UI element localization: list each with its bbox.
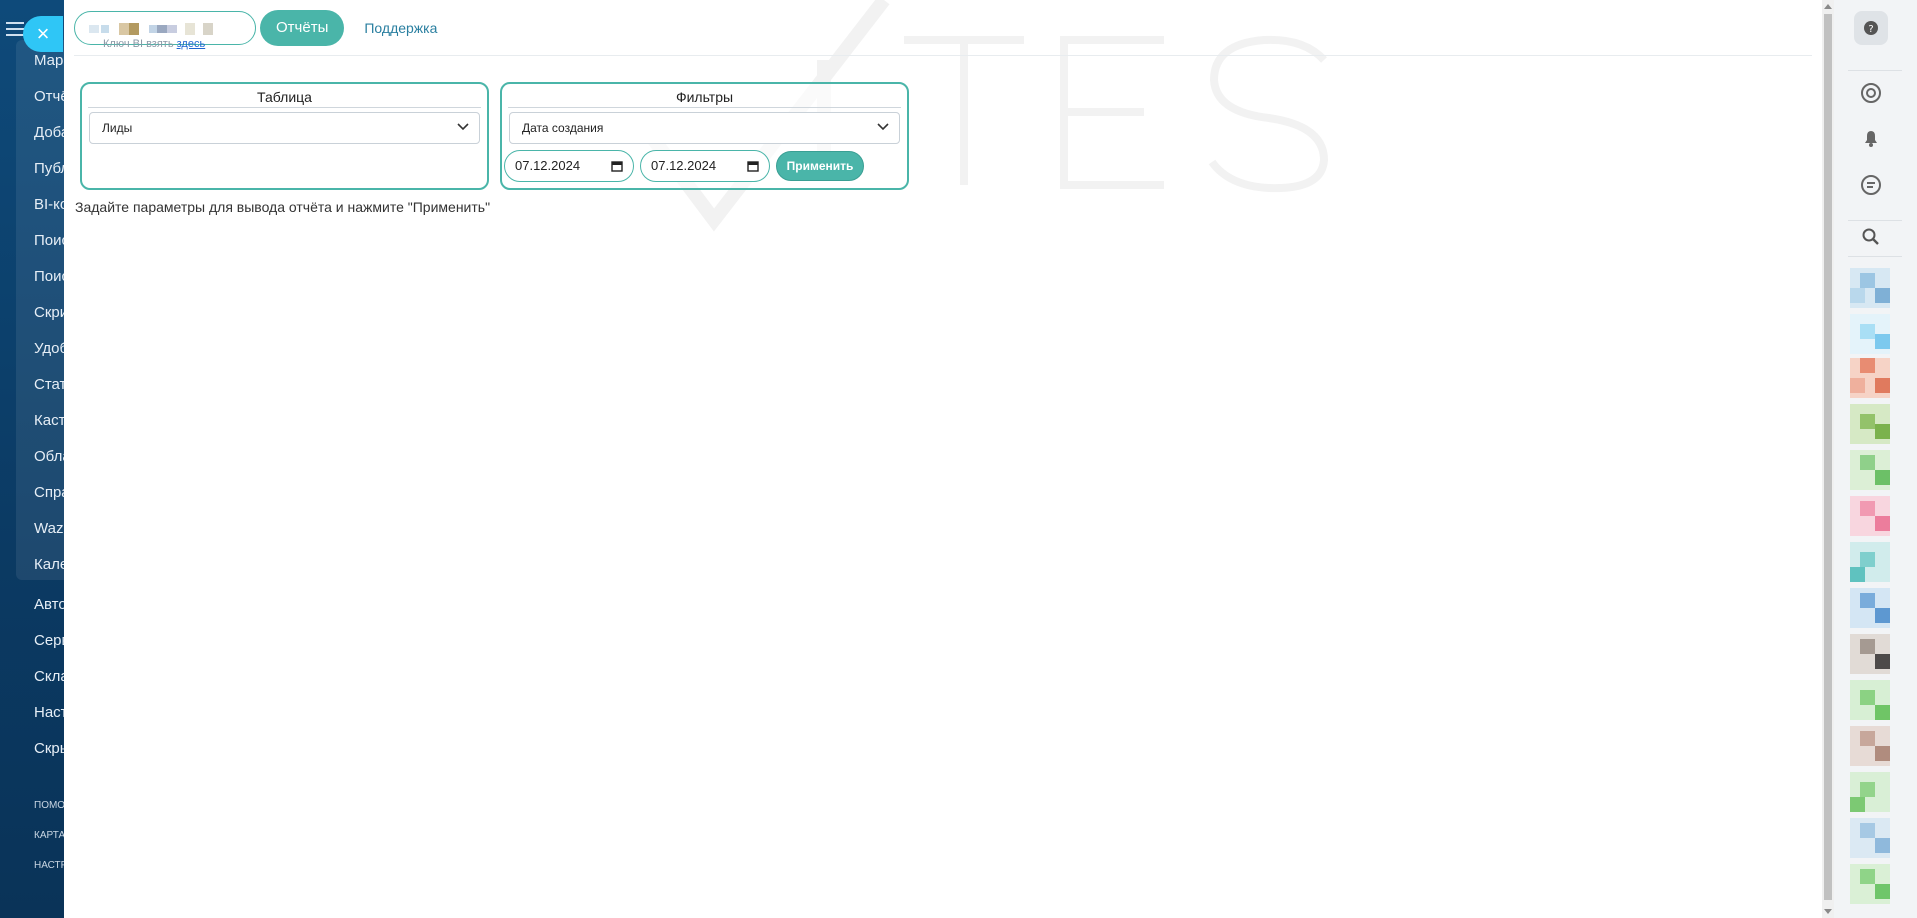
help-button[interactable]: ? — [1854, 11, 1888, 45]
chat-icon — [1861, 175, 1881, 195]
divider — [1848, 70, 1902, 71]
date-from-value: 07.12.2024 — [515, 158, 581, 173]
right-panel: ? — [1834, 0, 1917, 918]
scrollbar-thumb[interactable] — [1824, 14, 1832, 900]
avatar[interactable] — [1850, 726, 1890, 766]
sidebar-footer-item[interactable]: помо — [34, 800, 65, 811]
filters-card: Фильтры Дата создания 07.12.2024 07.12.2… — [500, 82, 909, 190]
copilot-button[interactable] — [1854, 76, 1888, 110]
report-slider: Отчёты Поддержка Ключ BI взять здесь Таб… — [64, 0, 1822, 918]
masked-key-value — [89, 23, 213, 35]
avatar[interactable] — [1850, 588, 1890, 628]
avatar[interactable] — [1850, 864, 1890, 904]
avatar[interactable] — [1850, 404, 1890, 444]
bi-key-hint: Ключ BI взять здесь — [103, 38, 205, 50]
close-slider-button[interactable]: × — [23, 16, 63, 52]
calendar-icon[interactable] — [611, 160, 623, 172]
avatar[interactable] — [1850, 496, 1890, 536]
chevron-down-icon — [877, 123, 889, 131]
filter-field-value: Дата создания — [522, 121, 604, 135]
scroll-down-icon[interactable] — [1824, 909, 1832, 914]
notifications-button[interactable] — [1854, 121, 1888, 155]
sidebar-item[interactable]: Авто — [34, 596, 66, 613]
table-select-value: Лиды — [102, 121, 133, 135]
bi-key-link[interactable]: здесь — [177, 38, 206, 50]
instructions-text: Задайте параметры для вывода отчёта и на… — [75, 199, 491, 215]
avatar[interactable] — [1850, 450, 1890, 490]
search-button[interactable] — [1854, 220, 1888, 254]
question-icon: ? — [1864, 21, 1878, 35]
copilot-icon — [1861, 83, 1881, 103]
avatar[interactable] — [1850, 314, 1890, 354]
sidebar-item[interactable]: Поис — [34, 232, 66, 249]
left-sidebar: Мар Отчё Доба Публ BI-ко Поис Поис Скри … — [0, 0, 66, 918]
filter-field-select[interactable]: Дата создания — [509, 112, 900, 144]
sidebar-item[interactable]: Скла — [34, 668, 66, 685]
sidebar-item[interactable]: Каст — [34, 412, 65, 429]
sidebar-item[interactable]: Обла — [34, 448, 66, 465]
chevron-down-icon — [457, 123, 469, 131]
bell-icon — [1865, 131, 1877, 147]
sidebar-footer-item[interactable]: карта — [34, 830, 65, 841]
date-from-input[interactable]: 07.12.2024 — [504, 150, 634, 182]
scroll-up-icon[interactable] — [1824, 4, 1832, 9]
tab-reports[interactable]: Отчёты — [260, 10, 345, 46]
apply-button[interactable]: Применить — [776, 151, 864, 181]
date-to-input[interactable]: 07.12.2024 — [640, 150, 770, 182]
close-icon: × — [36, 21, 50, 46]
sidebar-item[interactable]: Скры — [34, 740, 66, 757]
menu-icon[interactable] — [6, 22, 24, 36]
table-card: Таблица Лиды — [80, 82, 489, 190]
sidebar-item[interactable]: Мар — [34, 52, 63, 69]
sidebar-item[interactable]: Наст — [34, 704, 66, 721]
date-to-value: 07.12.2024 — [651, 158, 717, 173]
avatar[interactable] — [1850, 542, 1890, 582]
sidebar-item[interactable]: Стат — [34, 376, 66, 393]
sidebar-item[interactable]: BI-ко — [34, 196, 66, 213]
avatar[interactable] — [1850, 634, 1890, 674]
calendar-icon[interactable] — [747, 160, 759, 172]
table-card-title: Таблица — [88, 89, 481, 108]
table-select[interactable]: Лиды — [89, 112, 480, 144]
tab-support[interactable]: Поддержка — [348, 20, 453, 36]
sidebar-item[interactable]: Спра — [34, 484, 66, 501]
bi-key-hint-text: Ключ BI взять — [103, 38, 174, 50]
avatar[interactable] — [1850, 818, 1890, 858]
sidebar-item[interactable]: Серв — [34, 632, 66, 649]
sidebar-item[interactable]: Доба — [34, 124, 66, 141]
filters-card-title: Фильтры — [508, 89, 901, 108]
avatar[interactable] — [1850, 772, 1890, 812]
sidebar-item[interactable]: Отчё — [34, 88, 66, 105]
avatar[interactable] — [1850, 358, 1890, 398]
divider — [1848, 256, 1902, 257]
sidebar-item[interactable]: Кале — [34, 556, 66, 573]
avatar[interactable] — [1850, 268, 1890, 308]
sidebar-item[interactable]: Удоб — [34, 340, 66, 357]
scrollbar[interactable] — [1822, 0, 1834, 918]
avatar[interactable] — [1850, 680, 1890, 720]
sidebar-item[interactable]: Публ — [34, 160, 66, 177]
sidebar-item[interactable]: Wazz — [34, 520, 66, 537]
sidebar-item[interactable]: Поис — [34, 268, 66, 285]
sidebar-footer-item[interactable]: настр — [34, 860, 66, 871]
svg-text:?: ? — [1868, 24, 1873, 35]
sidebar-item[interactable]: Скри — [34, 304, 66, 321]
divider — [74, 55, 1812, 56]
chat-button[interactable] — [1854, 168, 1888, 202]
search-icon — [1862, 228, 1879, 245]
